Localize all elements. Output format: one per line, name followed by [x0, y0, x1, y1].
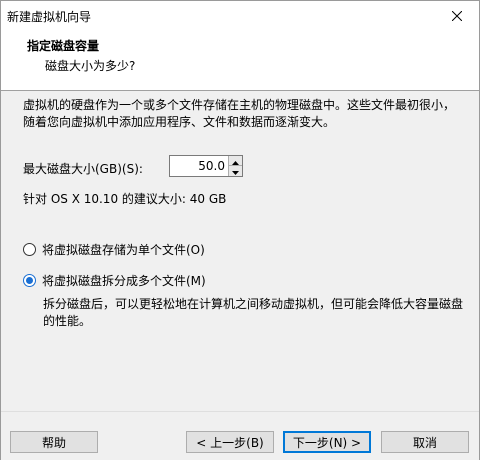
- option-single-file[interactable]: 将虚拟磁盘存储为单个文件(O): [23, 241, 205, 258]
- option-single-file-label: 将虚拟磁盘存储为单个文件(O): [42, 243, 205, 257]
- option-split-files-label: 将虚拟磁盘拆分成多个文件(M): [42, 274, 206, 288]
- wizard-content: 虚拟机的硬盘作为一个或多个文件存储在主机的物理磁盘中。这些文件最初很小，随着您向…: [1, 91, 479, 411]
- caret-down-icon: [232, 164, 239, 178]
- radio-split-files[interactable]: [23, 274, 36, 287]
- recommended-size: 针对 OS X 10.10 的建议大小: 40 GB: [23, 192, 227, 206]
- page-subtitle: 磁盘大小为多少?: [45, 59, 136, 73]
- title-bar[interactable]: 新建虚拟机向导: [1, 1, 479, 31]
- cancel-button[interactable]: 取消: [381, 431, 469, 453]
- wizard-header: 指定磁盘容量 磁盘大小为多少?: [1, 31, 479, 91]
- max-size-stepper[interactable]: [169, 155, 243, 177]
- help-button[interactable]: 帮助: [10, 431, 98, 453]
- disk-description: 虚拟机的硬盘作为一个或多个文件存储在主机的物理磁盘中。这些文件最初很小，随着您向…: [23, 98, 456, 129]
- max-size-input[interactable]: [170, 156, 228, 176]
- wizard-footer: 帮助 < 上一步(B) 下一步(N) > 取消: [1, 411, 479, 460]
- page-title: 指定磁盘容量: [27, 39, 100, 53]
- close-button[interactable]: [435, 1, 479, 31]
- split-description: 拆分磁盘后，可以更轻松地在计算机之间移动虚拟机，但可能会降低大容量磁盘的性能。: [43, 297, 464, 328]
- wizard-window: 新建虚拟机向导 指定磁盘容量 磁盘大小为多少? 虚拟机的硬盘作为一个或多个文件存…: [0, 0, 480, 460]
- back-button[interactable]: < 上一步(B): [186, 431, 274, 453]
- spin-down-button[interactable]: [228, 166, 242, 176]
- radio-single-file[interactable]: [23, 243, 36, 256]
- window-title: 新建虚拟机向导: [7, 10, 92, 24]
- option-split-files[interactable]: 将虚拟磁盘拆分成多个文件(M): [23, 272, 206, 289]
- close-icon: [452, 11, 462, 21]
- next-button[interactable]: 下一步(N) >: [283, 431, 371, 453]
- max-size-label: 最大磁盘大小(GB)(S):: [23, 162, 143, 176]
